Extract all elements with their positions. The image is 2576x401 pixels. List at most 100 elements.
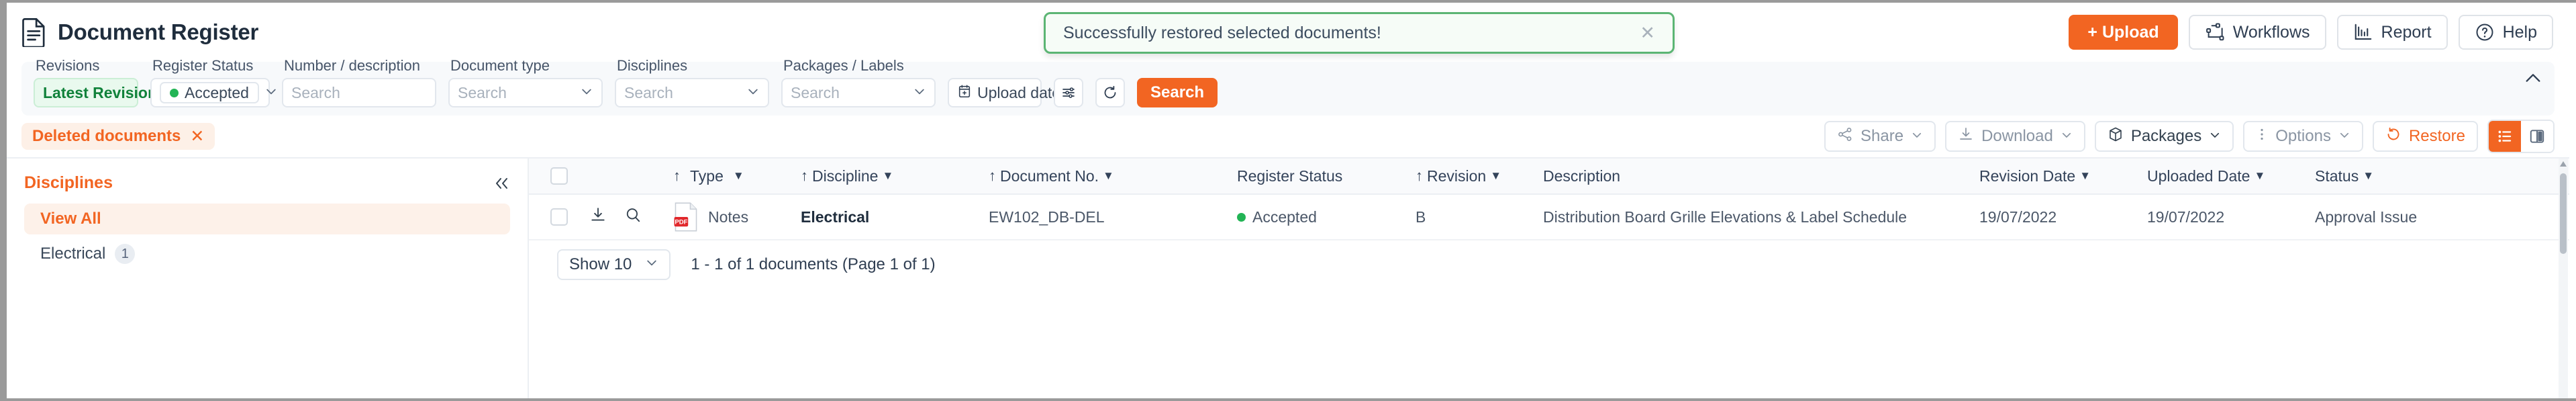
- filter-register-status-label: Register Status: [152, 57, 254, 74]
- upload-date-select[interactable]: Upload date: [948, 78, 1077, 107]
- filter-number-description-label: Number / description: [284, 57, 420, 74]
- filter-settings-field: [1054, 57, 1083, 107]
- disciplines-panel-header: Disciplines: [24, 173, 510, 193]
- row-description-cell: Distribution Board Grille Elevations & L…: [1543, 208, 1908, 226]
- refresh-icon[interactable]: [1095, 78, 1125, 107]
- restore-button[interactable]: Restore: [2372, 121, 2478, 152]
- column-header-description[interactable]: Description: [1543, 167, 1979, 185]
- sidebar-item-label: View All: [40, 210, 101, 228]
- register-status-select[interactable]: Accepted: [150, 78, 276, 107]
- row-checkbox[interactable]: [550, 208, 568, 226]
- row-revision-cell: B: [1416, 208, 1426, 226]
- caret-down-icon: ▼: [2079, 169, 2091, 182]
- table-toolbar: Share Download Packages Options Restore: [1824, 120, 2555, 153]
- column-header-revision-label: Revision: [1427, 167, 1487, 185]
- chip-deleted-documents[interactable]: Deleted documents ✕: [21, 123, 215, 150]
- options-button[interactable]: Options: [2243, 121, 2363, 152]
- packages-button[interactable]: Packages: [2094, 121, 2234, 152]
- disciplines-panel: Disciplines View All Electrical 1: [7, 159, 529, 398]
- workflows-button[interactable]: Workflows: [2188, 15, 2326, 50]
- filter-number-description: Number / description Search: [282, 57, 436, 107]
- page-title: Document Register: [58, 19, 259, 44]
- upload-button[interactable]: + Upload: [2069, 15, 2178, 50]
- column-header-status[interactable]: Status ▼: [2315, 167, 2449, 185]
- help-button[interactable]: Help: [2458, 15, 2553, 50]
- close-icon[interactable]: ✕: [1637, 24, 1658, 42]
- search-icon[interactable]: [624, 206, 642, 228]
- disciplines-select[interactable]: Search: [615, 78, 769, 107]
- filter-revisions-label: Revisions: [36, 57, 100, 74]
- caret-down-icon: ▼: [882, 169, 894, 182]
- column-header-revision-date[interactable]: Revision Date ▼: [1979, 167, 2147, 185]
- share-button[interactable]: Share: [1824, 121, 1936, 152]
- list-view-icon[interactable]: [2489, 121, 2521, 152]
- report-button-label: Report: [2381, 22, 2432, 42]
- chevron-down-icon: [580, 85, 593, 101]
- pagination-summary: 1 - 1 of 1 documents (Page 1 of 1): [691, 255, 936, 273]
- caret-down-icon: ▼: [1103, 169, 1114, 182]
- row-register-status-cell: Accepted: [1237, 208, 1416, 226]
- share-icon: [1837, 126, 1853, 147]
- column-header-uploaded-date[interactable]: Uploaded Date ▼: [2147, 167, 2315, 185]
- row-type-cell: PDF Notes: [673, 202, 801, 232]
- revisions-select[interactable]: Latest Revisions: [34, 78, 183, 107]
- column-header-register-status-label: Register Status: [1237, 167, 1343, 185]
- filter-bar: Revisions Latest Revisions Register Stat…: [21, 57, 2555, 116]
- sliders-icon[interactable]: [1054, 78, 1083, 107]
- column-header-document-no[interactable]: ↑ Document No. ▼: [989, 167, 1237, 185]
- column-header-register-status[interactable]: Register Status: [1237, 167, 1416, 185]
- row-type-label: Notes: [708, 208, 749, 226]
- report-button[interactable]: Report: [2336, 15, 2448, 50]
- column-header-revision[interactable]: ↑ Revision ▼: [1416, 167, 1543, 185]
- chevron-down-icon: [913, 85, 926, 101]
- chip-toolbar-row: Deleted documents ✕ Share Download Packa…: [7, 116, 2569, 157]
- success-toast: Successfully restored selected documents…: [1044, 12, 1675, 54]
- sort-asc-icon: ↑: [801, 167, 808, 184]
- chevron-down-icon: [645, 255, 658, 274]
- close-icon[interactable]: ✕: [190, 128, 204, 145]
- caret-down-icon: ▼: [2363, 169, 2375, 182]
- row-select-cell: [529, 208, 589, 226]
- kebab-menu-icon: [2256, 126, 2268, 147]
- sort-asc-icon: ↑: [989, 167, 996, 184]
- download-icon[interactable]: [589, 206, 607, 228]
- column-header-type[interactable]: ↑ Type ▼: [673, 167, 801, 185]
- view-toggle-group: [2487, 120, 2555, 153]
- page-size-select[interactable]: Show 10: [557, 249, 671, 280]
- packages-labels-select[interactable]: Search: [781, 78, 936, 107]
- split-view-icon[interactable]: [2521, 121, 2553, 152]
- disciplines-panel-title: Disciplines: [24, 173, 113, 192]
- number-description-input-wrap[interactable]: Search: [282, 78, 436, 107]
- column-header-discipline[interactable]: ↑ Discipline ▼: [801, 167, 989, 185]
- chevron-double-left-icon[interactable]: [493, 176, 510, 191]
- sort-asc-icon: ↑: [673, 167, 681, 184]
- vertical-scrollbar-thumb[interactable]: [2560, 173, 2567, 254]
- revisions-value: Latest Revisions: [43, 83, 166, 101]
- select-all-checkbox[interactable]: [550, 167, 568, 185]
- scroll-up-icon[interactable]: [2560, 161, 2567, 167]
- document-icon: [21, 17, 47, 47]
- sidebar-item-electrical[interactable]: Electrical 1: [24, 238, 510, 269]
- sidebar-item-view-all[interactable]: View All: [24, 204, 510, 234]
- filter-disciplines: Disciplines Search: [615, 57, 769, 107]
- filter-disciplines-label: Disciplines: [617, 57, 688, 74]
- search-button[interactable]: Search: [1137, 78, 1218, 107]
- caret-down-icon: ▼: [1490, 169, 1502, 182]
- chevron-up-icon[interactable]: [2524, 71, 2542, 85]
- table-row[interactable]: PDF Notes Electrical EW102_DB-DEL Accept…: [529, 195, 2569, 240]
- document-type-select[interactable]: Search: [448, 78, 603, 107]
- row-register-status-label: Accepted: [1252, 208, 1317, 226]
- chevron-down-icon: [264, 85, 278, 101]
- svg-text:PDF: PDF: [675, 218, 687, 226]
- page-title-group: Document Register: [21, 17, 258, 47]
- documents-table-area: ↑ Type ▼ ↑ Discipline ▼ ↑ Document No. ▼: [529, 159, 2569, 398]
- download-button[interactable]: Download: [1945, 121, 2085, 152]
- vertical-scrollbar[interactable]: [2559, 159, 2568, 398]
- column-header-status-label: Status: [2315, 167, 2359, 185]
- upload-button-label: + Upload: [2087, 22, 2159, 42]
- share-button-label: Share: [1861, 127, 1904, 145]
- options-button-label: Options: [2275, 127, 2331, 145]
- row-revision-date-cell: 19/07/2022: [1979, 208, 2057, 226]
- row-discipline-cell: Electrical: [801, 208, 870, 226]
- caret-down-icon: ▼: [2254, 169, 2266, 182]
